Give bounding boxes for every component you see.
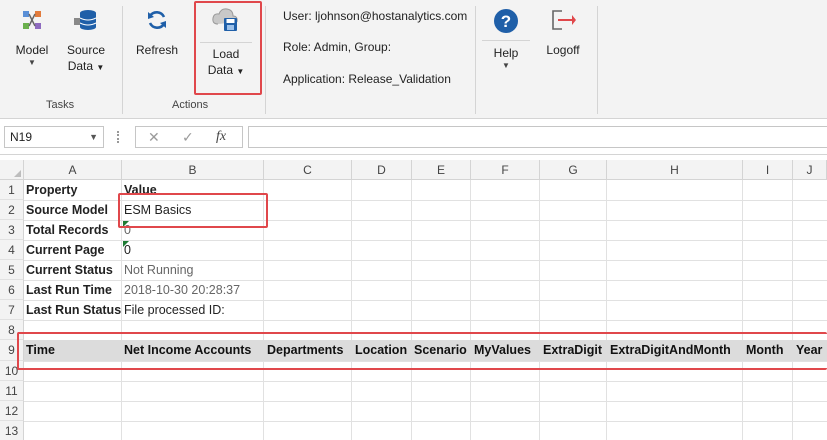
actions-group-label: Actions [172,99,209,111]
column-header-J[interactable]: J [793,160,827,180]
database-icon [74,10,97,30]
user-info: User: ljohnson@hostanalytics.com [283,9,468,23]
column-header-B[interactable]: B [122,160,264,180]
row-header-12[interactable]: 12 [0,401,24,421]
group-divider [265,6,266,114]
refresh-button[interactable]: Refresh [134,8,180,58]
column-header-D[interactable]: D [352,160,412,180]
source-data-button[interactable]: Source Data ▼ [62,8,110,76]
help-icon: ? [494,9,518,33]
column-header-A[interactable]: A [24,160,122,180]
row-header-1[interactable]: 1 [0,180,24,200]
header-row-highlight [17,332,827,370]
refresh-icon [148,11,166,29]
group-divider [597,6,598,114]
row-header-4[interactable]: 4 [0,240,24,260]
row-header-3[interactable]: 3 [0,220,24,240]
gridline [24,401,827,402]
cell-indicator [123,241,129,247]
help-label: Help [493,46,519,60]
row-header-13[interactable]: 13 [0,421,24,440]
logoff-icon [552,10,576,30]
property-label[interactable]: Total Records [24,220,108,240]
chevron-down-icon: ▼ [28,58,36,67]
property-value[interactable]: File processed ID: [122,300,225,320]
model-label: Model [15,43,49,57]
property-label[interactable]: Source Model [24,200,108,220]
property-label[interactable]: Property [24,180,77,200]
formula-input[interactable] [248,126,827,148]
enter-icon[interactable]: ✓ [182,129,194,146]
column-header-C[interactable]: C [264,160,352,180]
source-model-highlight [118,193,268,228]
column-header-F[interactable]: F [471,160,540,180]
cancel-icon[interactable]: ✕ [148,129,160,146]
select-all-corner[interactable] [0,160,24,180]
help-button[interactable]: ? Help ▼ [482,8,530,71]
chevron-down-icon: ▼ [96,63,105,72]
source-label-2-text: Data [67,59,94,73]
row-header-6[interactable]: 6 [0,280,24,300]
gridline [24,381,827,382]
column-header-G[interactable]: G [540,160,607,180]
source-label-1: Source [66,43,106,57]
column-header-H[interactable]: H [607,160,743,180]
chevron-down-icon[interactable]: ▼ [89,132,98,142]
row-header-11[interactable]: 11 [0,381,24,401]
model-button[interactable]: Model ▼ [10,8,54,68]
gridline [24,320,827,321]
formula-bar-grip[interactable] [117,131,120,143]
insert-function-icon[interactable]: fx [216,129,226,145]
formula-bar: N19 ▼ ✕ ✓ fx [0,119,827,155]
spreadsheet-grid: A B C D E F G H I J 1 2 3 4 5 6 7 8 9 10… [0,160,827,440]
gridline [24,421,827,422]
application-info: Application: Release_Validation [283,72,451,86]
ribbon: Model ▼ Source Data ▼ Tasks Refresh Load… [0,0,827,119]
gridline [24,240,827,241]
formula-buttons: ✕ ✓ fx [135,126,243,148]
column-header-E[interactable]: E [412,160,471,180]
chevron-down-icon: ▼ [502,61,510,70]
name-box[interactable]: N19 ▼ [4,126,104,148]
load-data-highlight [194,1,262,95]
source-label-2: Data ▼ [62,58,110,76]
row-header-5[interactable]: 5 [0,260,24,280]
logoff-label: Logoff [546,43,580,57]
model-icon [23,11,41,29]
group-divider [475,6,476,114]
row-header-7[interactable]: 7 [0,300,24,320]
help-divider [482,40,530,41]
property-label[interactable]: Last Run Status [24,300,121,320]
name-box-value: N19 [10,130,33,144]
column-header-I[interactable]: I [743,160,793,180]
property-value[interactable]: 2018-10-30 20:28:37 [122,280,240,300]
group-divider [122,6,123,114]
property-value[interactable]: Not Running [122,260,194,280]
svg-text:?: ? [501,12,511,31]
logoff-button[interactable]: Logoff [540,8,586,58]
role-info: Role: Admin, Group: [283,40,392,54]
property-label[interactable]: Current Status [24,260,113,280]
refresh-label: Refresh [135,43,179,57]
row-header-2[interactable]: 2 [0,200,24,220]
property-label[interactable]: Current Page [24,240,105,260]
property-label[interactable]: Last Run Time [24,280,112,300]
tasks-group-label: Tasks [46,99,75,111]
